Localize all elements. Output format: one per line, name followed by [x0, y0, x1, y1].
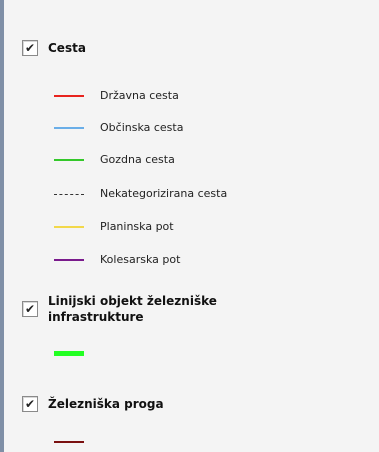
line-symbol-dashed	[54, 193, 84, 195]
legend-label: Nekategorizirana cesta	[100, 187, 228, 200]
legend-item-obcinska-cesta: Občinska cesta	[54, 120, 183, 136]
legend-item-kolesarska-pot: Kolesarska pot	[54, 252, 180, 268]
layer-item-cesta: ✔ Cesta	[22, 40, 278, 56]
line-symbol-red	[54, 95, 84, 97]
legend-item-zelezniska-proga	[54, 434, 84, 450]
layer-legend-panel: ✔ Cesta Državna cesta Občinska cesta Goz…	[4, 0, 379, 452]
legend-label: Planinska pot	[100, 220, 174, 233]
check-icon: ✔	[24, 397, 36, 411]
line-symbol-blue	[54, 127, 84, 129]
legend-item-nekategorizirana-cesta: Nekategorizirana cesta	[54, 186, 227, 202]
check-icon: ✔	[24, 41, 36, 55]
layer-item-linijski-objekt: ✔ Linijski objekt železniške infrastrukt…	[22, 293, 278, 325]
legend-label: Gozdna cesta	[100, 153, 175, 166]
layer-title-linijski-objekt: Linijski objekt železniške infrastruktur…	[48, 294, 217, 324]
line-symbol-purple	[54, 259, 84, 261]
check-icon: ✔	[24, 302, 36, 316]
layer-title-cesta: Cesta	[48, 41, 86, 55]
layer-title-zelezniska-proga: Železniška proga	[48, 397, 164, 411]
line-symbol-dark-red	[54, 441, 84, 443]
line-symbol-green	[54, 159, 84, 161]
legend-label: Kolesarska pot	[100, 253, 181, 266]
legend-item-gozdna-cesta: Gozdna cesta	[54, 152, 175, 168]
legend-item-zelezniska-infrastruktura	[54, 345, 84, 361]
legend-item-planinska-pot: Planinska pot	[54, 219, 174, 235]
legend-label: Državna cesta	[100, 89, 179, 102]
line-symbol-bright-green	[54, 350, 84, 356]
layer-checkbox-zelezniska-proga[interactable]: ✔	[22, 396, 38, 412]
layer-item-zelezniska-proga: ✔ Železniška proga	[22, 396, 278, 412]
legend-label: Občinska cesta	[100, 121, 184, 134]
line-symbol-yellow	[54, 226, 84, 228]
layer-checkbox-linijski-objekt[interactable]: ✔	[22, 301, 38, 317]
layer-checkbox-cesta[interactable]: ✔	[22, 40, 38, 56]
legend-item-drzavna-cesta: Državna cesta	[54, 88, 179, 104]
